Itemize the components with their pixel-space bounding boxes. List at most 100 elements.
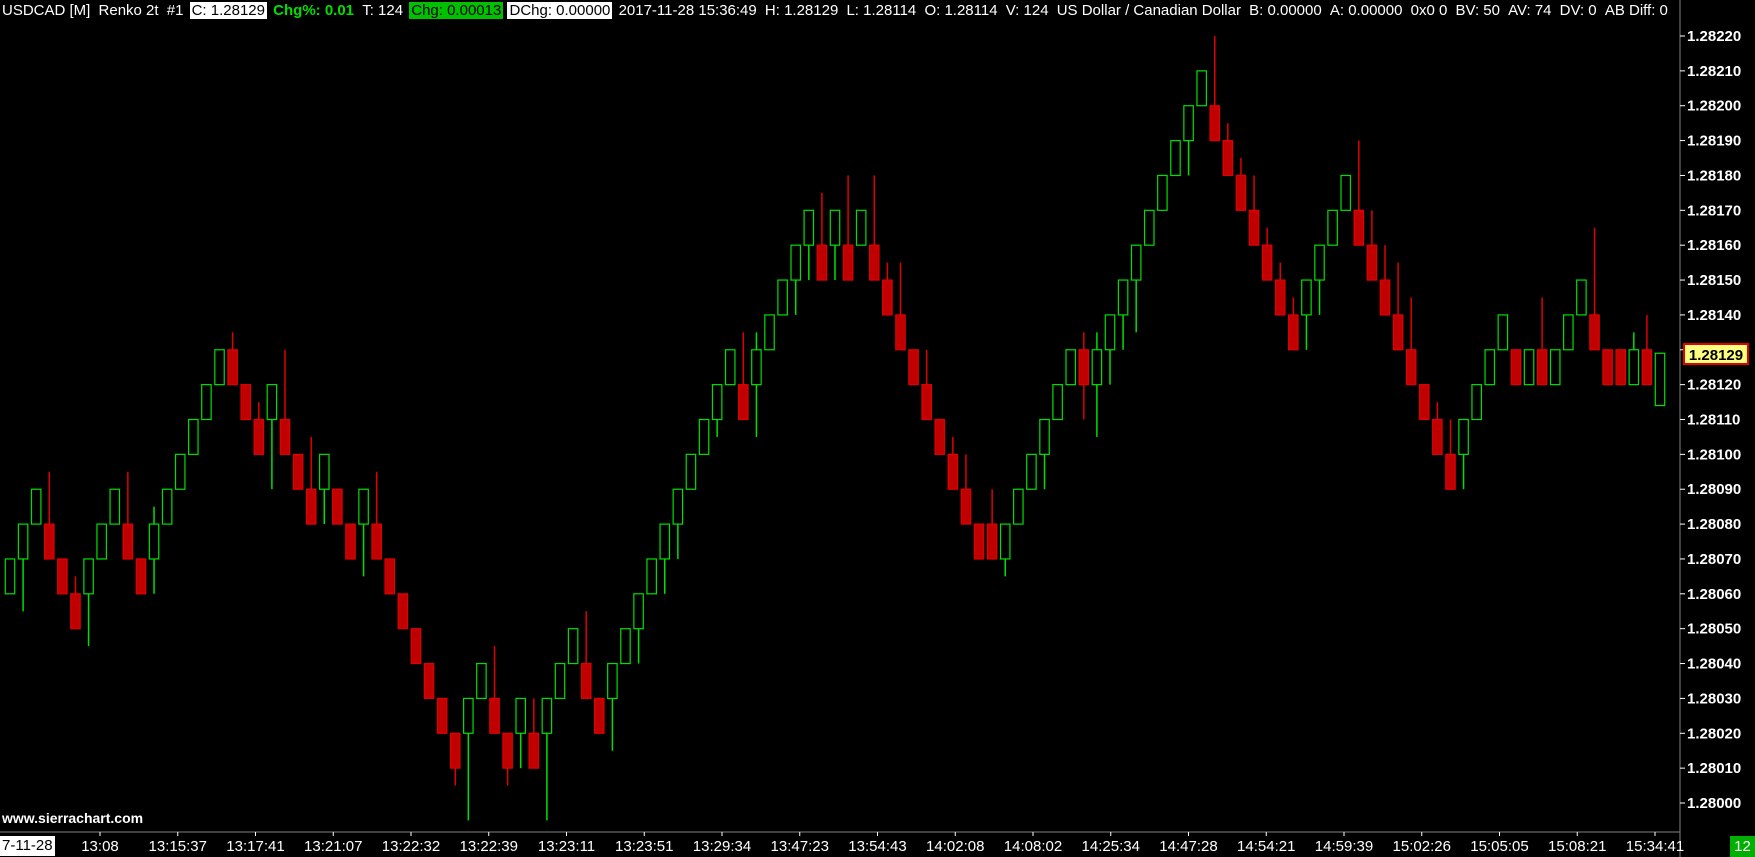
candle-body	[1314, 244, 1325, 281]
price-tick-label: 1.28020	[1687, 725, 1741, 742]
time-tick-label: 14:25:34	[1082, 838, 1140, 855]
candle-body	[397, 593, 409, 630]
candle-up	[17, 523, 29, 612]
candle-body	[829, 209, 841, 246]
price-tick-label: 1.28010	[1687, 760, 1741, 777]
candle-body	[214, 349, 225, 386]
candle-body	[371, 523, 382, 560]
candle-up	[174, 453, 186, 490]
candle-body	[292, 453, 304, 490]
candle-body	[1170, 139, 1181, 177]
candle-down	[135, 558, 147, 595]
candle-down	[960, 454, 972, 525]
candle-down	[1235, 158, 1247, 211]
candle-body	[227, 349, 238, 386]
candle-body	[305, 488, 317, 525]
time-tick-label: 13:47:23	[771, 838, 829, 855]
candle-body	[1104, 314, 1116, 351]
candle-body	[554, 662, 566, 700]
candle-body	[882, 279, 893, 316]
candle-up	[1026, 453, 1037, 490]
candle-body	[1130, 244, 1142, 281]
candle-up	[1314, 244, 1325, 315]
candle-down	[1392, 262, 1404, 351]
candle-body	[515, 697, 527, 734]
candle-down	[397, 593, 409, 630]
candle-up	[1327, 209, 1338, 246]
candle-down	[1222, 123, 1234, 177]
candle-up	[659, 523, 671, 594]
time-axis[interactable]: 13:08 13:15:37 13:17:41 13:21:07 13:22:32 13:…	[81, 832, 1684, 855]
candle-up	[633, 593, 644, 664]
candle-body	[1235, 174, 1247, 211]
candle-down	[1248, 175, 1260, 246]
candle-up	[777, 279, 788, 316]
candle-down	[345, 523, 356, 560]
candle-up	[1117, 279, 1129, 350]
candle-down	[738, 332, 749, 421]
candle-body	[633, 593, 644, 630]
price-tick-label: 1.28160	[1687, 237, 1741, 254]
candle-body	[1301, 279, 1312, 316]
candle-body	[201, 384, 212, 421]
candle-down	[1078, 332, 1090, 420]
candle-down	[253, 402, 265, 455]
renko-chart[interactable]: 1.28220 1.28210 1.28200 1.28190 1.28180 1.281…	[0, 0, 1755, 857]
candle-body	[279, 418, 291, 455]
candle-body	[463, 697, 474, 734]
time-tick-label: 15:08:21	[1548, 838, 1606, 855]
price-tick-label: 1.28170	[1687, 202, 1741, 219]
candle-up	[1497, 314, 1509, 351]
candle-body	[698, 418, 710, 455]
candle-body	[1196, 70, 1207, 107]
price-tick-label: 1.28080	[1687, 516, 1741, 533]
candle-body	[580, 662, 592, 700]
candle-body	[1602, 349, 1613, 386]
candle-body	[174, 453, 186, 490]
candle-up	[646, 558, 657, 595]
candle-body	[1549, 349, 1561, 386]
candle-up	[30, 488, 42, 525]
candle-up	[96, 523, 107, 560]
candle-body	[1497, 314, 1509, 351]
candle-up	[1183, 105, 1194, 176]
candle-up	[1196, 70, 1207, 107]
candle-up	[1301, 279, 1312, 350]
candle-body	[593, 697, 605, 734]
candle-up	[554, 662, 566, 700]
candle-body	[1458, 418, 1469, 455]
current-price-tag: 1.28129	[1683, 343, 1749, 365]
candle-up	[803, 209, 815, 281]
time-tick-label: 14:08:02	[1004, 838, 1062, 855]
candle-down	[1510, 349, 1522, 386]
candle-down	[1589, 227, 1600, 351]
candle-body	[135, 558, 147, 595]
candle-body	[1222, 139, 1234, 177]
candle-down	[908, 349, 919, 386]
candle-body	[1379, 279, 1391, 316]
candle-down	[1353, 140, 1365, 246]
candle-body	[43, 523, 55, 560]
candle-body	[646, 558, 657, 595]
time-tick-label: 13:29:34	[693, 838, 751, 855]
candle-up	[463, 697, 474, 821]
date-label: 7-11-28	[0, 836, 55, 856]
candle-up	[724, 349, 736, 386]
candle-body	[764, 314, 775, 351]
candle-body	[1052, 384, 1063, 421]
candle-body	[1078, 349, 1090, 386]
candle-body	[1536, 349, 1548, 386]
candle-body	[1589, 314, 1600, 351]
candle-body	[1484, 349, 1496, 386]
candle-up	[148, 506, 160, 594]
candle-body	[567, 628, 579, 665]
candle-body	[161, 488, 173, 525]
candle-body	[672, 488, 684, 525]
candle-down	[371, 471, 382, 560]
candle-down	[1602, 349, 1613, 386]
price-axis[interactable]: 1.28220 1.28210 1.28200 1.28190 1.28180 1.281…	[1680, 28, 1741, 812]
candle-down	[57, 558, 68, 595]
candle-body	[1432, 418, 1443, 455]
time-tick-label: 15:05:05	[1470, 838, 1528, 855]
candle-body	[410, 628, 422, 665]
